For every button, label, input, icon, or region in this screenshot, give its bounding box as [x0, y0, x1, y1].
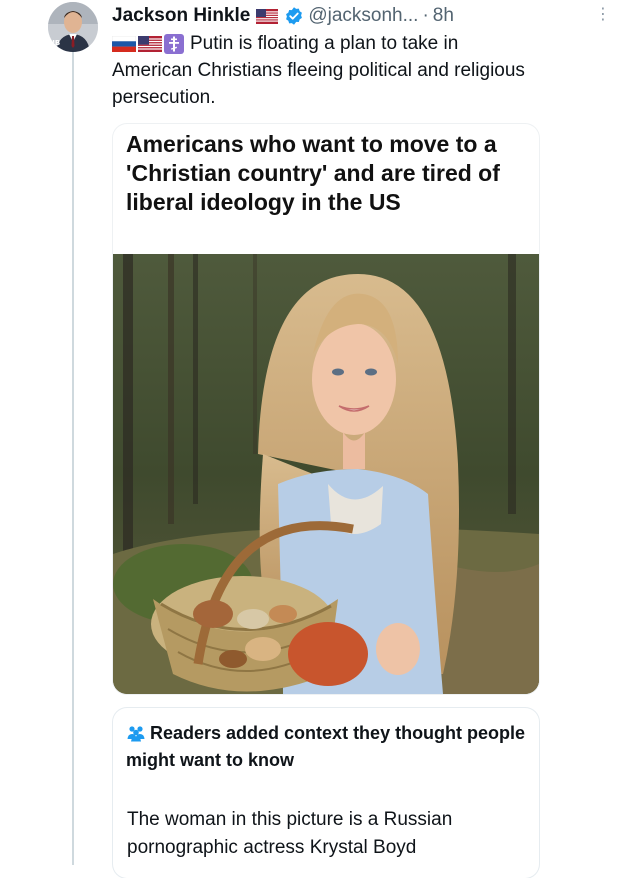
verified-badge-icon: [286, 7, 303, 25]
media-card[interactable]: Americans who want to move to a 'Christi…: [113, 124, 539, 694]
orthodox-cross-icon: [164, 34, 184, 54]
tweet-body: Putin is floating a plan to take in Amer…: [112, 30, 542, 111]
russia-flag-icon: [112, 36, 136, 52]
more-options-icon[interactable]: ⋮: [595, 4, 611, 24]
thread-line: [72, 52, 74, 865]
community-note[interactable]: Readers added context they thought peopl…: [113, 708, 539, 878]
author-handle[interactable]: @jacksonh...: [308, 5, 418, 27]
note-header-text: Readers added context they thought peopl…: [126, 723, 526, 770]
post-time[interactable]: 8h: [433, 5, 454, 27]
note-text: The woman in this picture is a Russian p…: [127, 809, 453, 858]
card-headline: Americans who want to move to a 'Christi…: [126, 131, 500, 215]
avatar[interactable]: HB: [48, 2, 98, 52]
emoji-group: [112, 34, 184, 54]
usa-flag-icon: [138, 36, 162, 52]
author-name[interactable]: Jackson Hinkle: [112, 5, 250, 27]
card-photo[interactable]: [113, 254, 539, 694]
note-header: Readers added context they thought peopl…: [126, 720, 526, 774]
people-icon: [127, 726, 145, 742]
tweet-header: Jackson Hinkle @jacksonh... · 8h: [112, 2, 612, 30]
separator-dot: ·: [422, 5, 429, 26]
avatar-image: HB: [48, 2, 98, 52]
usa-flag-icon: [256, 8, 279, 24]
svg-text:HB: HB: [49, 39, 60, 47]
